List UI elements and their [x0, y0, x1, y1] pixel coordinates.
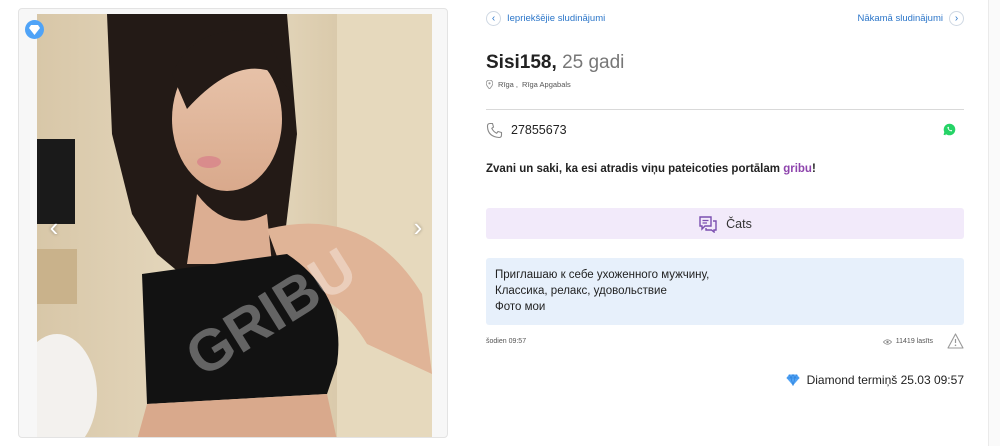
- listing-info: ‹ Iepriekšējie sludinājumi Nākamā sludin…: [486, 0, 964, 446]
- whatsapp-icon[interactable]: [943, 123, 956, 136]
- location-pin-icon: [486, 80, 493, 89]
- view-count-label: 11419 lasīts: [895, 338, 933, 345]
- call-prompt-text: Zvani un saki, ka esi atradis viņu patei…: [486, 163, 816, 175]
- listing-title: Sisi158, 25 gadi: [486, 52, 624, 74]
- photo-prev-arrow-icon[interactable]: ‹: [43, 212, 65, 242]
- chevron-left-icon: ‹: [486, 11, 501, 26]
- diamond-badge-icon: [25, 20, 44, 39]
- call-prompt-label: Zvani un saki, ka esi atradis viņu patei…: [486, 163, 780, 175]
- diamond-term-label: Diamond termiņš 25.03 09:57: [806, 373, 964, 387]
- page-edge: [988, 0, 1000, 446]
- previous-listings-link[interactable]: ‹ Iepriekšējie sludinājumi: [486, 11, 605, 26]
- divider: [486, 109, 964, 110]
- brand-link[interactable]: gribu: [783, 163, 812, 175]
- previous-listings-label: Iepriekšējie sludinājumi: [507, 13, 606, 24]
- posted-date: šodien 09:57: [486, 338, 527, 345]
- description-line: Приглашаю к себе ухоженного мужчину,: [495, 269, 710, 281]
- photo-gallery[interactable]: GRIBU ‹ ›: [18, 8, 448, 438]
- next-listings-label: Nākamā sludinājumi: [857, 13, 943, 24]
- listing-description: Приглашаю к себе ухоженного мужчину, Кла…: [486, 258, 964, 325]
- description-line: Фото мои: [495, 301, 546, 313]
- next-listings-link[interactable]: Nākamā sludinājumi ›: [857, 11, 964, 26]
- diamond-icon: [786, 374, 800, 386]
- chat-button[interactable]: Čats: [486, 208, 964, 239]
- eye-icon: [882, 338, 892, 345]
- diamond-term: Diamond termiņš 25.03 09:57: [786, 373, 964, 387]
- view-count: 11419 lasīts: [882, 338, 933, 345]
- call-prompt-suffix: !: [811, 163, 816, 175]
- chat-button-label: Čats: [726, 216, 752, 231]
- description-line: Классика, релакс, удовольствие: [495, 285, 667, 297]
- phone-number[interactable]: 27855673: [511, 123, 567, 137]
- listing-age: 25 gadi: [562, 52, 625, 73]
- listing-navigation: ‹ Iepriekšējie sludinājumi Nākamā sludin…: [486, 11, 964, 29]
- listing-name: Sisi158,: [486, 52, 557, 73]
- phone-row[interactable]: 27855673: [486, 121, 964, 139]
- location-region: Rīga Apgabals: [522, 80, 571, 89]
- location-city: Rīga ,: [498, 80, 519, 89]
- report-warning-icon[interactable]: [947, 333, 964, 349]
- chevron-right-icon: ›: [949, 11, 964, 26]
- photo-next-arrow-icon[interactable]: ›: [407, 212, 429, 242]
- chat-icon: [698, 215, 718, 233]
- phone-icon: [486, 122, 503, 139]
- listing-location: Rīga , Rīga Apgabals: [486, 80, 571, 89]
- listing-photo[interactable]: GRIBU: [37, 14, 432, 437]
- listing-page: GRIBU ‹ › ‹ Iepriekšējie sludinājumi Nāk…: [0, 0, 1000, 446]
